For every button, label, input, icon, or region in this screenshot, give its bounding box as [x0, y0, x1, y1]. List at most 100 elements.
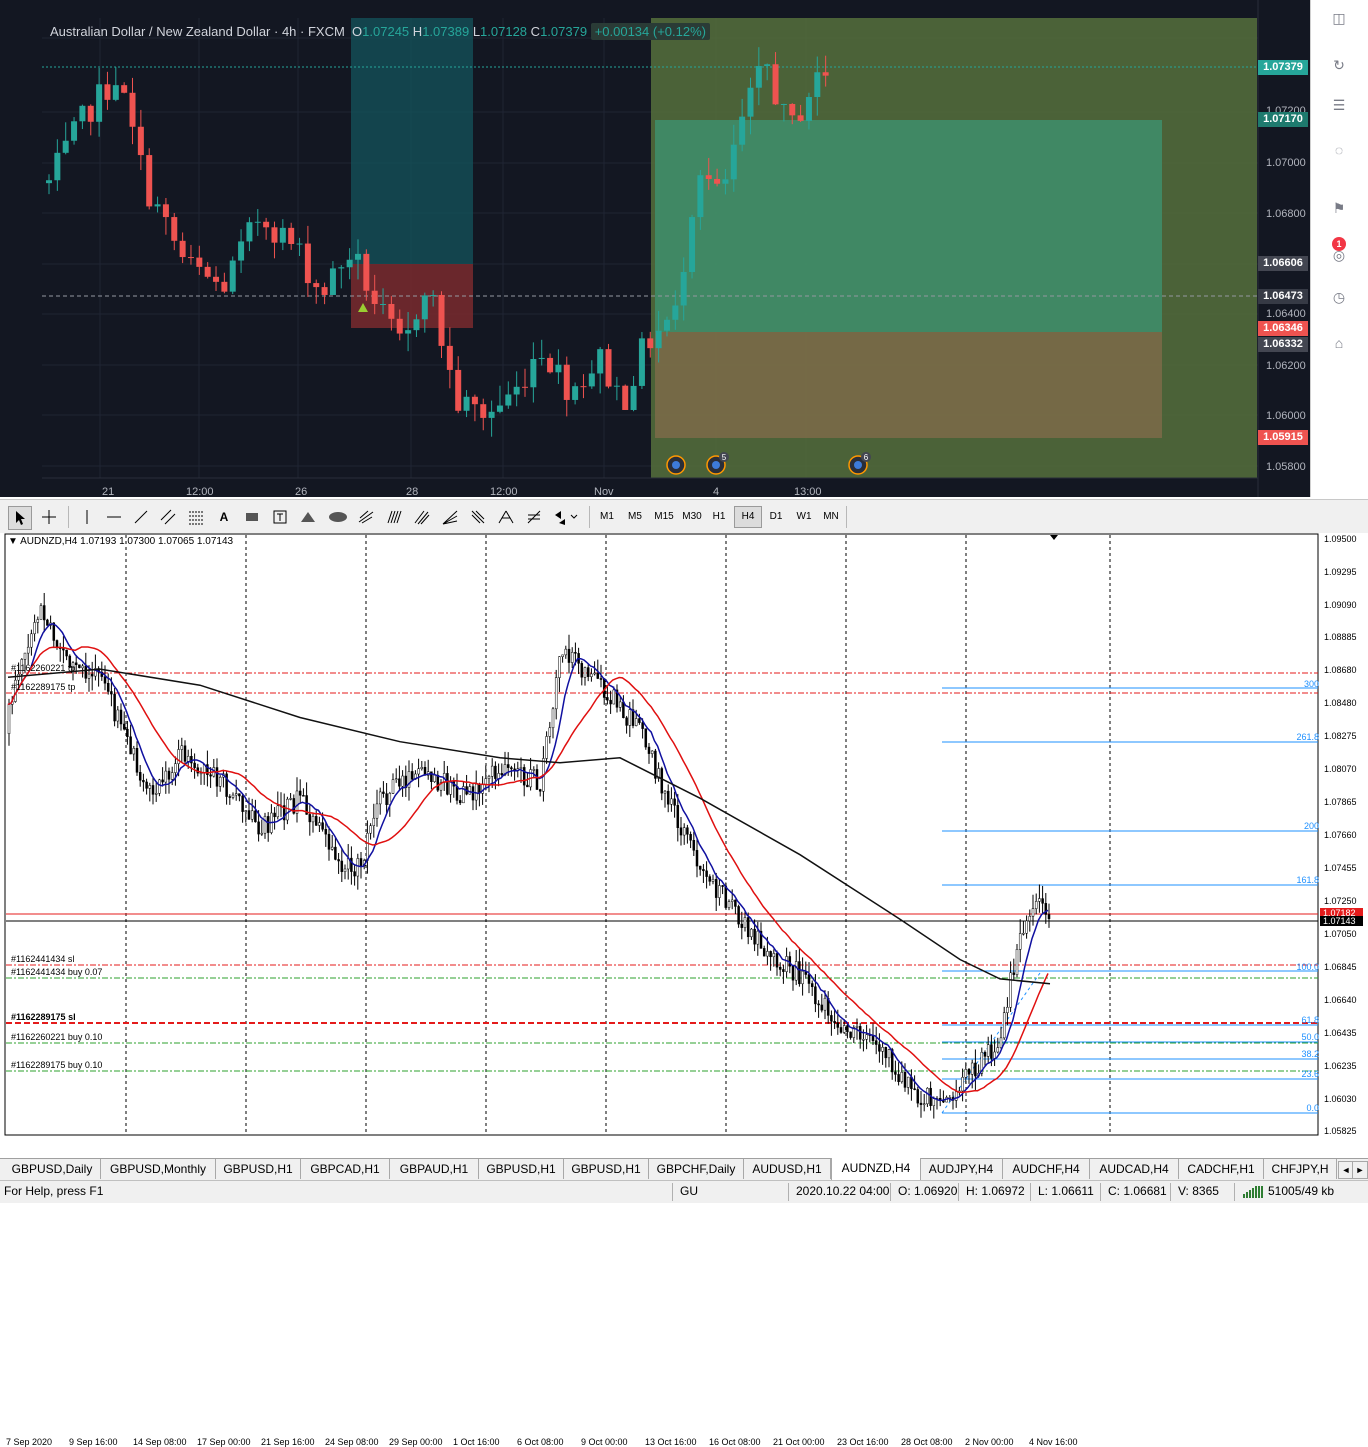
flag-icon[interactable]: ⚑: [1329, 198, 1349, 218]
rectangle-icon[interactable]: [241, 506, 263, 528]
tv-candle-body: [371, 290, 378, 304]
trendline-icon[interactable]: [130, 506, 152, 528]
timeframe-m5-button[interactable]: M5: [622, 507, 648, 527]
candle-body: [974, 1062, 977, 1077]
candle-body: [894, 1071, 897, 1075]
tab-chfjpy-h[interactable]: CHFJPY,H: [1264, 1159, 1337, 1179]
tabs-scroll-right-icon[interactable]: ►: [1352, 1161, 1368, 1179]
price-tick: 1.06845: [1324, 962, 1357, 972]
chat-icon[interactable]: ◌: [1329, 140, 1349, 160]
channel-icon[interactable]: [157, 506, 179, 528]
order-sl-label[interactable]: #1162441434 sl: [11, 954, 74, 964]
arrows-icon[interactable]: [551, 506, 581, 528]
tv-candle-body: [764, 64, 771, 67]
tv-interval[interactable]: 4h: [282, 24, 296, 39]
mt4-chart-window[interactable]: ▼ AUDNZD,H4 1.07193 1.07300 1.07065 1.07…: [0, 533, 1368, 1447]
candle-body: [257, 821, 260, 835]
tab-audnzd-h4[interactable]: AUDNZD,H4: [831, 1158, 921, 1180]
tab-gbpusd-h1[interactable]: GBPUSD,H1: [479, 1159, 564, 1179]
candle-body: [90, 673, 94, 677]
fib-channel-icon[interactable]: [411, 506, 433, 528]
status-datetime: 2020.10.22 04:00: [796, 1184, 890, 1198]
candle-body: [791, 965, 795, 981]
candle-body: [55, 640, 59, 648]
tv-candle-body: [613, 385, 620, 387]
candle-body: [628, 709, 632, 726]
gann-icon[interactable]: [383, 506, 405, 528]
tv-chart-canvas[interactable]: 56: [0, 0, 1310, 497]
tab-gbpusd-daily[interactable]: GBPUSD,Daily: [4, 1159, 101, 1179]
label-icon[interactable]: [269, 506, 291, 528]
text-icon[interactable]: A: [213, 506, 235, 528]
chart-header-text: AUDNZD,H4 1.07193 1.07300 1.07065 1.0714…: [20, 536, 234, 547]
timeframe-m1-button[interactable]: M1: [594, 507, 620, 527]
candle-body: [17, 674, 20, 681]
object-tree-icon[interactable]: ☰: [1329, 95, 1349, 115]
candle-body: [692, 839, 696, 851]
candle-body: [737, 906, 740, 925]
candle-body: [702, 869, 705, 872]
tab-gbpusd-h1[interactable]: GBPUSD,H1: [564, 1159, 649, 1179]
tv-symbol-name[interactable]: Australian Dollar / New Zealand Dollar: [50, 24, 270, 39]
fib-expansion-icon[interactable]: [495, 506, 517, 528]
tab-gbpusd-monthly[interactable]: GBPUSD,Monthly: [101, 1159, 216, 1179]
order-tp-label[interactable]: #1162260221 tp: [11, 663, 75, 673]
clock-icon[interactable]: ◷: [1329, 287, 1349, 307]
tab-gbpcad-h1[interactable]: GBPCAD,H1: [301, 1159, 390, 1179]
candle-body: [612, 689, 616, 705]
triangle-icon[interactable]: [297, 506, 319, 528]
camera-icon[interactable]: ◫: [1329, 8, 1349, 28]
tv-candle-body: [413, 319, 420, 331]
tab-audchf-h4[interactable]: AUDCHF,H4: [1003, 1159, 1090, 1179]
fib-level-label: 38.2: [1301, 1049, 1319, 1059]
timeframe-m30-button[interactable]: M30: [678, 507, 706, 527]
tv-candle-body: [496, 405, 503, 412]
candle-body: [129, 736, 132, 755]
order-sl-label[interactable]: #1162289175 sl: [11, 1012, 76, 1022]
order-buy-label[interactable]: #1162441434 buy 0.07: [11, 967, 102, 977]
fib-fan-icon[interactable]: [439, 506, 461, 528]
timeframe-w1-button[interactable]: W1: [791, 507, 817, 527]
timeframe-h1-button[interactable]: H1: [706, 507, 732, 527]
horizontal-line-icon[interactable]: [103, 506, 125, 528]
timeframe-h4-button[interactable]: H4: [734, 506, 762, 528]
pitchfork-icon[interactable]: [355, 506, 377, 528]
candle-body: [932, 1098, 936, 1106]
fib-arc-icon[interactable]: [467, 506, 489, 528]
time-tick: 4 Nov 16:00: [1029, 1437, 1078, 1447]
ma-fast-line: [7, 623, 1049, 1102]
timeframe-mn-button[interactable]: MN: [818, 507, 844, 527]
redo-icon[interactable]: ↻: [1329, 55, 1349, 75]
tab-audcad-h4[interactable]: AUDCAD,H4: [1090, 1159, 1179, 1179]
tv-candle-body: [647, 338, 654, 349]
notification-badge: 1: [1332, 237, 1346, 251]
bell-icon[interactable]: ⌂: [1329, 333, 1349, 353]
time-tick: 28 Oct 08:00: [901, 1437, 953, 1447]
crosshair-icon[interactable]: [38, 506, 60, 528]
tv-candle-body: [104, 84, 111, 100]
tab-cadchf-h1[interactable]: CADCHF,H1: [1179, 1159, 1264, 1179]
candle-body: [23, 652, 27, 660]
cursor-icon[interactable]: [8, 506, 32, 530]
tab-gbpaud-h1[interactable]: GBPAUD,H1: [390, 1159, 479, 1179]
vertical-line-icon[interactable]: [76, 506, 98, 528]
ellipse-icon[interactable]: [325, 506, 351, 528]
fibonacci-icon[interactable]: [185, 506, 207, 528]
tab-gbpusd-h1[interactable]: GBPUSD,H1: [216, 1159, 301, 1179]
candle-body: [378, 791, 382, 805]
mt4-chart-canvas[interactable]: [0, 533, 1368, 1158]
tab-audjpy-h4[interactable]: AUDJPY,H4: [920, 1159, 1003, 1179]
order-buy-label[interactable]: #1162260221 buy 0.10: [11, 1032, 102, 1042]
tv-candle-body: [313, 283, 320, 288]
tradingview-chart[interactable]: 56 Australian Dollar / New Zealand Dolla…: [0, 0, 1368, 497]
tab-audusd-h1[interactable]: AUDUSD,H1: [744, 1159, 831, 1179]
timeframe-m15-button[interactable]: M15: [650, 507, 678, 527]
tv-candle-body: [697, 175, 704, 218]
order-tp-label[interactable]: #1162289175 tp: [11, 682, 75, 692]
candle-body: [327, 833, 331, 850]
fib-timezones-icon[interactable]: [523, 506, 545, 528]
tab-gbpchf-daily[interactable]: GBPCHF,Daily: [649, 1159, 744, 1179]
candle-body: [878, 1044, 881, 1052]
timeframe-d1-button[interactable]: D1: [763, 507, 789, 527]
order-buy-label[interactable]: #1162289175 buy 0.10: [11, 1060, 102, 1070]
